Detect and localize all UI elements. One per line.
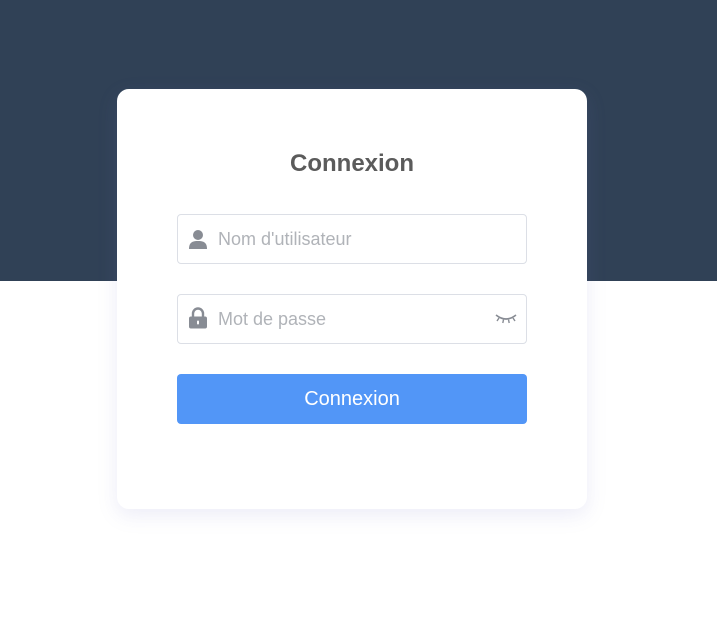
login-button[interactable]: Connexion [177, 374, 527, 424]
user-icon [188, 229, 208, 249]
password-field[interactable] [177, 294, 527, 344]
login-card: Connexion C [117, 89, 587, 509]
username-input[interactable] [218, 215, 488, 263]
eye-closed-icon[interactable] [494, 311, 518, 327]
lock-icon [188, 307, 208, 329]
login-title: Connexion [290, 150, 414, 177]
password-input[interactable] [218, 295, 488, 343]
username-field[interactable] [177, 214, 527, 264]
